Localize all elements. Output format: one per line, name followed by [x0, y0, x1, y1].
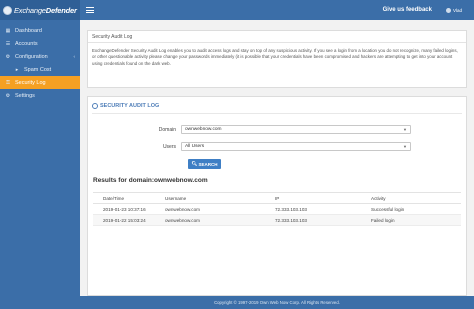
column-header[interactable]: Activity	[361, 192, 461, 204]
cell-activity: Successful login	[361, 203, 461, 215]
results-table: Date/Time Username IP Activity 2019-01-2…	[93, 192, 461, 226]
domain-row: Domain ownwebnow.com ▼	[88, 125, 411, 134]
circle-icon	[92, 103, 98, 109]
sidebar-item-label: Security Log	[15, 79, 46, 86]
menu-toggle-icon[interactable]	[86, 7, 94, 13]
users-select[interactable]: All Users ▼	[181, 142, 411, 151]
user-name: Vlad	[452, 7, 462, 13]
sidebar: ExchangeDefender ▦ Dashboard ☰ Accounts …	[0, 0, 80, 309]
sidebar-item-accounts[interactable]: ☰ Accounts	[0, 37, 80, 50]
sidebar-item-dashboard[interactable]: ▦ Dashboard	[0, 24, 80, 37]
sidebar-item-spam-cost[interactable]: ▸ Spam Cost	[0, 63, 80, 76]
sidebar-item-configuration[interactable]: ⚙ Configuration ‹	[0, 50, 80, 63]
sidebar-nav: ▦ Dashboard ☰ Accounts ⚙ Configuration ‹…	[0, 24, 80, 102]
intro-title: Security Audit Log	[88, 31, 466, 43]
cell-datetime: 2019-01-23 10:37:16	[93, 203, 155, 215]
footer: Copyright © 1997-2019 Own Web Now Corp. …	[80, 296, 474, 309]
sidebar-item-label: Configuration	[15, 53, 48, 60]
search-icon: 🔍︎	[191, 161, 198, 166]
table-header-row: Date/Time Username IP Activity	[93, 192, 461, 204]
users-label: Users	[162, 143, 176, 150]
intro-text: ExchangeDefender Security Audit Log enab…	[92, 48, 458, 66]
search-button[interactable]: 🔍︎ SEARCH	[188, 159, 221, 169]
column-header[interactable]: IP	[265, 192, 361, 204]
logo[interactable]: ExchangeDefender	[0, 0, 80, 20]
feedback-link[interactable]: Give us feedback	[383, 7, 432, 13]
logo-text: ExchangeDefender	[14, 5, 77, 15]
user-menu[interactable]: Vlad	[445, 7, 462, 13]
sidebar-item-label: Dashboard	[15, 27, 42, 34]
chevron-down-icon: ▼	[403, 144, 407, 149]
cell-ip: 72.333.103.103	[265, 214, 361, 226]
gear-icon: ⚙	[5, 53, 11, 60]
section-title: SECURITY AUDIT LOG	[92, 103, 159, 109]
domain-select[interactable]: ownwebnow.com ▼	[181, 125, 411, 134]
domain-label: Domain	[158, 126, 176, 133]
sidebar-item-security-log[interactable]: ⚿ Security Log	[0, 76, 80, 89]
cell-username: ownwebnow.com	[155, 203, 265, 215]
spam-icon: ▸	[15, 66, 19, 73]
column-header[interactable]: Username	[155, 192, 265, 204]
table-row: 2019-01-22 15:03:24 ownwebnow.com 72.333…	[93, 214, 461, 226]
sidebar-item-settings[interactable]: ⚙ Settings	[0, 89, 80, 102]
cell-ip: 72.333.103.103	[265, 203, 361, 215]
main-content: Security Audit Log ExchangeDefender Secu…	[80, 20, 474, 296]
cell-datetime: 2019-01-22 15:03:24	[93, 214, 155, 226]
intro-card: Security Audit Log ExchangeDefender Secu…	[87, 30, 467, 88]
cell-username: ownwebnow.com	[155, 214, 265, 226]
accounts-icon: ☰	[5, 40, 11, 47]
users-row: Users All Users ▼	[88, 142, 411, 151]
results-title: Results for domain:ownwebnow.com	[93, 177, 208, 184]
settings-icon: ⚙	[5, 92, 11, 99]
sidebar-item-label: Accounts	[15, 40, 38, 47]
chevron-down-icon: ▼	[403, 127, 407, 132]
topbar: Give us feedback Vlad	[80, 0, 474, 20]
dashboard-icon: ▦	[5, 27, 11, 34]
security-icon: ⚿	[6, 79, 10, 86]
cell-activity: Failed login	[361, 214, 461, 226]
sidebar-item-label: Settings	[15, 92, 35, 99]
divider	[92, 113, 462, 114]
logo-icon	[3, 5, 12, 15]
sidebar-item-label: Spam Cost	[24, 66, 52, 73]
avatar	[445, 7, 451, 13]
audit-card: SECURITY AUDIT LOG Domain ownwebnow.com …	[87, 96, 467, 296]
table-row: 2019-01-23 10:37:16 ownwebnow.com 72.333…	[93, 203, 461, 215]
column-header[interactable]: Date/Time	[93, 192, 155, 204]
chevron-left-icon: ‹	[73, 54, 76, 59]
